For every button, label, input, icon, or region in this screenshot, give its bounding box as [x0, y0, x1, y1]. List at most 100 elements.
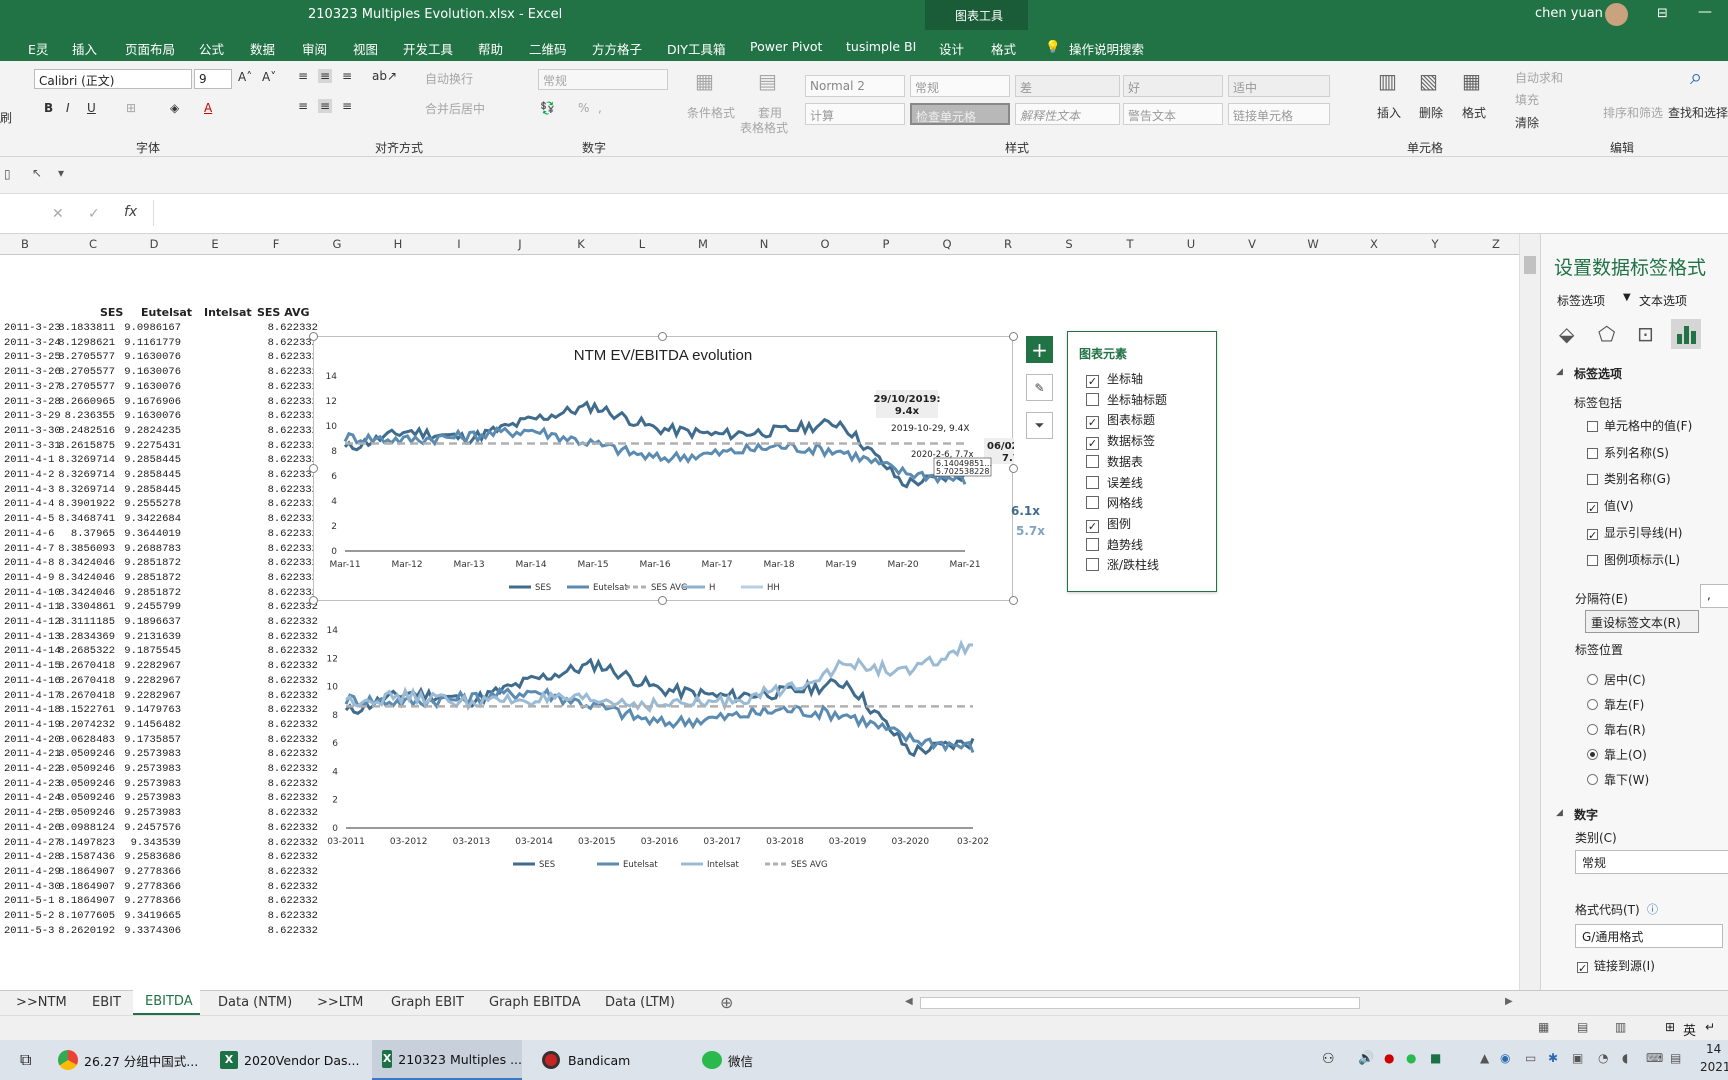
series-line[interactable]	[344, 686, 975, 754]
col-header[interactable]: G	[327, 237, 347, 251]
table-cell[interactable]: 8.3424046	[58, 572, 115, 584]
header-intelsat[interactable]: Intelsat	[204, 306, 252, 319]
table-row[interactable]: 2011-4-20 8.0628483 9.1735857 8.622332	[0, 733, 330, 749]
table-row[interactable]: 2011-4-25 8.0509246 9.2573983 8.622332	[0, 806, 330, 822]
table-cell[interactable]: 8.622332	[268, 704, 318, 716]
table-cell[interactable]: 2011-4-8	[4, 557, 54, 569]
table-cell[interactable]: 8.622332	[268, 366, 318, 378]
col-header[interactable]: M	[693, 237, 713, 251]
sheet-tab[interactable]: EBIT	[92, 995, 121, 1010]
align-right-icon[interactable]: ≡	[342, 99, 352, 113]
table-cell[interactable]: 9.2824235	[124, 425, 181, 437]
col-header[interactable]: Q	[937, 237, 957, 251]
table-cell[interactable]: 2011-4-17	[4, 690, 61, 702]
border-icon[interactable]: ⊞	[126, 101, 136, 115]
sort-filter-button[interactable]: 排序和筛选	[1603, 104, 1663, 121]
table-cell[interactable]: 9.1735857	[124, 734, 181, 746]
style-normal2[interactable]: Normal 2	[805, 75, 905, 97]
tab-insert[interactable]: 插入	[72, 39, 97, 58]
table-row[interactable]: 2011-3-28 8.2660965 9.1676906 8.622332	[0, 395, 330, 411]
tab-eling[interactable]: E灵	[28, 39, 48, 58]
ime-language[interactable]: 英	[1683, 1020, 1696, 1039]
table-cell[interactable]: 2011-4-12	[4, 616, 61, 628]
table-cell[interactable]: 8.2670418	[58, 690, 115, 702]
checkbox[interactable]	[1587, 474, 1598, 486]
table-row[interactable]: 2011-3-25 8.2705577 9.1630076 8.622332	[0, 350, 330, 366]
table-row[interactable]: 2011-4-17 8.2670418 9.2282967 8.622332	[0, 689, 330, 705]
table-cell[interactable]: 2011-4-25	[4, 807, 61, 819]
table-cell[interactable]: 9.2573983	[124, 763, 181, 775]
resize-handle[interactable]	[309, 596, 318, 605]
table-cell[interactable]: 2011-4-2	[4, 469, 54, 481]
table-cell[interactable]: 8.3269714	[58, 484, 115, 496]
legend-label[interactable]: H	[709, 583, 715, 593]
table-cell[interactable]: 8.0509246	[58, 763, 115, 775]
table-cell[interactable]: 8.622332	[268, 837, 318, 849]
scroll-left-icon[interactable]: ◀	[905, 996, 913, 1007]
style-neutral[interactable]: 适中	[1228, 75, 1330, 97]
col-header[interactable]: N	[754, 237, 774, 251]
table-cell[interactable]: 8.622332	[268, 410, 318, 422]
legend-label[interactable]: Eutelsat	[623, 860, 658, 870]
table-cell[interactable]: 8.2705577	[58, 366, 115, 378]
style-calculation[interactable]: 计算	[805, 103, 905, 125]
table-cell[interactable]: 8.622332	[268, 851, 318, 863]
ime-punct-icon[interactable]: ↵	[1705, 1020, 1715, 1034]
col-header[interactable]: H	[388, 237, 408, 251]
table-cell[interactable]: 2011-4-3	[4, 484, 54, 496]
chart-element-option[interactable]: ✓ 图表标题	[1086, 411, 1155, 430]
collapse-number-icon[interactable]: ◢	[1556, 808, 1563, 818]
fill-button[interactable]: 填充	[1515, 91, 1539, 108]
legend-label[interactable]: Intelsat	[707, 860, 739, 870]
table-cell[interactable]: 2011-3-27	[4, 381, 61, 393]
number-format-select[interactable]: 常规	[538, 69, 668, 90]
tab-qrcode[interactable]: 二维码	[529, 39, 567, 58]
format-code-input[interactable]: G/通用格式	[1575, 924, 1723, 948]
resize-handle[interactable]	[309, 332, 318, 341]
table-cell[interactable]: 2011-4-26	[4, 822, 61, 834]
page-break-view-icon[interactable]: ▥	[1615, 1020, 1626, 1034]
checkbox[interactable]: ✓	[1587, 502, 1598, 514]
style-normal[interactable]: 常规	[910, 75, 1010, 97]
table-row[interactable]: 2011-3-23 8.1833811 9.0986167 8.622332	[0, 321, 330, 337]
insert-cells-button[interactable]: 插入	[1377, 104, 1401, 121]
table-cell[interactable]: 8.622332	[268, 351, 318, 363]
tab-tusimple[interactable]: tusimple BI	[846, 39, 916, 54]
table-cell[interactable]: 2011-4-20	[4, 734, 61, 746]
tab-developer[interactable]: 开发工具	[403, 39, 453, 58]
radio-button[interactable]	[1587, 724, 1598, 735]
col-header[interactable]: P	[876, 237, 896, 251]
table-cell[interactable]: 2011-4-4	[4, 498, 54, 510]
taskbar-app-wechat[interactable]: 微信	[702, 1040, 792, 1080]
people-icon[interactable]: ⚇	[1322, 1051, 1335, 1067]
table-row[interactable]: 2011-4-19 8.2074232 9.1456482 8.622332	[0, 718, 330, 734]
annotation-6[interactable]: 5.702538228	[936, 467, 989, 476]
tab-design[interactable]: 设计	[939, 39, 964, 58]
table-row[interactable]: 2011-4-14 8.2685322 9.1875545 8.622332	[0, 644, 330, 660]
table-cell[interactable]: 8.2482516	[58, 425, 115, 437]
conditional-format-icon[interactable]: ▦	[695, 69, 714, 93]
table-cell[interactable]: 9.2778366	[124, 895, 181, 907]
chart-element-option[interactable]: 网格线	[1086, 494, 1143, 511]
sheet-tab[interactable]: Data (LTM)	[605, 995, 675, 1010]
table-cell[interactable]: 2011-4-30	[4, 881, 61, 893]
table-cell[interactable]: 2011-4-22	[4, 763, 61, 775]
table-cell[interactable]: 9.1161779	[124, 337, 181, 349]
scroll-thumb[interactable]	[1524, 256, 1536, 274]
normal-view-icon[interactable]: ▦	[1538, 1020, 1549, 1034]
table-row[interactable]: 2011-3-30 8.2482516 9.2824235 8.622332	[0, 424, 330, 440]
label-contains-option[interactable]: ✓ 显示引导线(H)	[1587, 524, 1682, 541]
align-top-icon[interactable]: ≡	[298, 69, 308, 83]
table-cell[interactable]: 8.0509246	[58, 792, 115, 804]
checkbox[interactable]	[1086, 454, 1099, 468]
table-cell[interactable]: 9.2282967	[124, 690, 181, 702]
style-explanatory[interactable]: 解释性文本	[1015, 103, 1120, 125]
table-cell[interactable]: 2011-4-7	[4, 543, 54, 555]
table-cell[interactable]: 8.3424046	[58, 557, 115, 569]
table-cell[interactable]: 8.622332	[268, 866, 318, 878]
table-cell[interactable]: 2011-3-24	[4, 337, 61, 349]
table-row[interactable]: 2011-4-11 8.3304861 9.2455799 8.622332	[0, 600, 330, 616]
table-cell[interactable]: 8.0628483	[58, 734, 115, 746]
table-cell[interactable]: 8.622332	[268, 425, 318, 437]
checkbox[interactable]	[1086, 496, 1099, 510]
